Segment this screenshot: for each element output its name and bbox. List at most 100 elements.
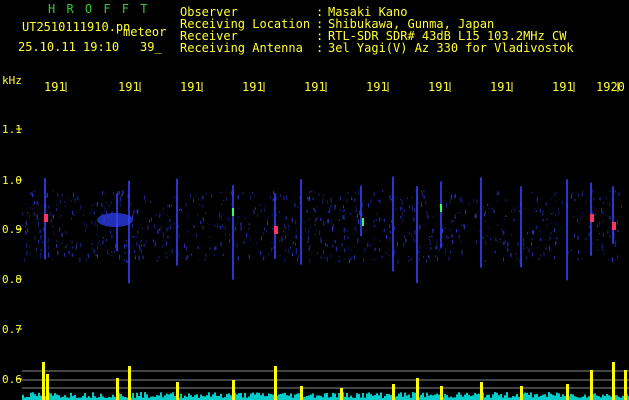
noise-pixel [330,197,332,203]
noise-pixel [493,209,495,214]
noise-pixel [260,251,261,256]
noise-pixel [141,244,142,247]
noise-pixel [344,213,346,217]
noise-pixel [209,236,211,238]
noise-pixel [427,215,429,219]
noise-pixel [478,210,480,212]
noise-bar [184,395,186,400]
noise-pixel [32,203,34,207]
noise-bar [574,396,576,400]
noise-pixel [342,209,344,213]
noise-pixel [621,205,622,208]
noise-pixel [346,229,348,232]
noise-pixel [189,193,191,198]
noise-bar [310,394,312,400]
noise-bar [230,395,232,400]
noise-bar [430,394,432,400]
noise-pixel [237,195,239,200]
noise-bar [94,396,96,400]
noise-pixel [307,237,309,240]
noise-bar [556,392,558,400]
noise-pixel [73,192,75,198]
noise-pixel [558,229,560,232]
meteor-echo-hot [274,226,278,234]
noise-pixel [268,217,269,219]
noise-bar [206,395,208,400]
noise-pixel [461,224,463,227]
noise-pixel [47,245,49,251]
noise-bar [100,393,102,400]
noise-pixel [131,223,133,228]
noise-bar [366,393,368,400]
noise-pixel [418,257,420,262]
noise-bar [316,395,318,400]
noise-bar [496,392,498,400]
noise-pixel [350,249,352,252]
spectrogram-plot: 191 191 191 191 191 191 191 191 191 1920 1.11.00.… [2,80,629,400]
noise-bar [598,396,600,400]
noise-pixel [475,240,477,244]
noise-pixel [542,219,544,222]
noise-bar [54,393,56,400]
noise-pixel [309,244,311,248]
noise-pixel [444,227,446,229]
noise-pixel [46,192,48,198]
noise-pixel [253,209,255,215]
noise-pixel [461,201,463,203]
noise-bar [524,392,526,400]
noise-bar [218,395,220,400]
noise-pixel [165,221,167,224]
noise-bar [158,395,160,400]
noise-bar [244,392,246,400]
noise-pixel [197,198,199,201]
noise-pixel [400,215,402,219]
noise-pixel [611,257,613,262]
noise-bar [434,394,436,400]
noise-bar [166,393,168,400]
noise-bar [550,393,552,400]
noise-pixel [125,240,127,242]
noise-pixel [254,207,256,210]
noise-bar [58,395,60,400]
noise-pixel [36,215,38,220]
noise-bar [228,393,230,400]
noise-bar [516,394,518,400]
noise-pixel [326,244,328,247]
meteor-streak [176,178,178,266]
noise-pixel [407,197,409,199]
noise-pixel [119,196,121,202]
noise-bar [160,392,162,400]
noise-pixel [485,211,487,215]
noise-pixel [434,245,436,250]
noise-pixel [178,234,180,239]
noise-pixel [419,225,421,229]
noise-bar [34,394,36,400]
noise-bar [272,394,274,400]
noise-pixel [342,215,344,220]
noise-pixel [460,197,462,202]
noise-bar [214,392,216,400]
noise-bar [528,394,530,400]
noise-bar [210,396,212,400]
noise-pixel [588,232,590,237]
noise-pixel [35,248,37,251]
noise-pixel [143,243,145,247]
noise-pixel [581,257,583,260]
noise-pixel [385,252,387,254]
noise-pixel [483,241,485,244]
noise-pixel [224,232,226,237]
noise-pixel [338,219,340,221]
noise-bar [294,394,296,400]
noise-pixel [614,190,616,193]
noise-pixel [263,256,265,261]
noise-pixel [167,235,169,239]
noise-pixel [25,230,27,235]
noise-pixel [179,255,181,258]
noise-bar [338,392,340,400]
noise-bar [280,393,282,400]
noise-bar [512,395,514,400]
noise-pixel [26,243,28,248]
x-tick-label: 1920 [596,80,625,94]
noise-pixel [526,256,528,260]
noise-bar [254,394,256,400]
